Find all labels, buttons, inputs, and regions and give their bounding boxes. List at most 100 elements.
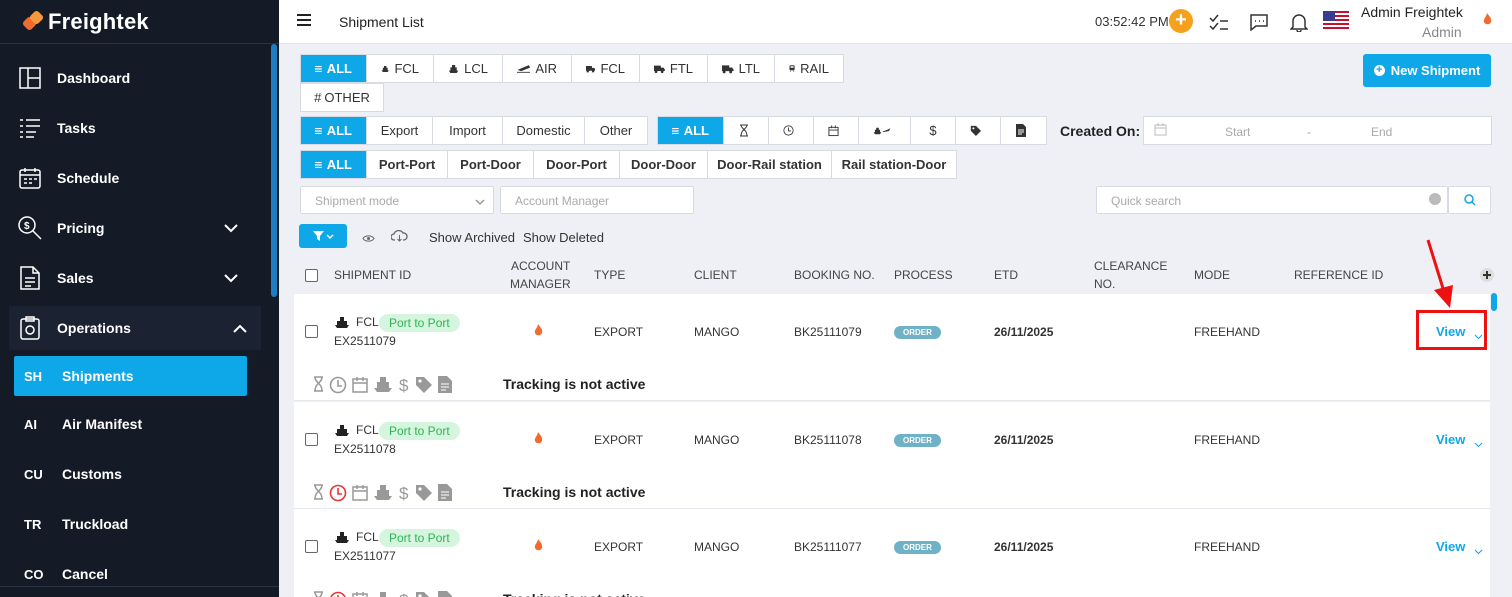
show-deleted-toggle[interactable]: Show Deleted (523, 230, 604, 245)
row-checkbox[interactable] (305, 540, 318, 553)
view-button[interactable]: View (1436, 432, 1465, 447)
show-archived-toggle[interactable]: Show Archived (429, 230, 515, 245)
col-booking[interactable]: BOOKING NO. (794, 267, 875, 284)
tab-mode-all[interactable]: ALL (301, 55, 367, 82)
sidebar-item-operations[interactable]: Operations (9, 306, 261, 350)
sidebar-item-schedule[interactable]: Schedule (0, 156, 270, 200)
shipment-mode-select[interactable]: Shipment mode (300, 186, 494, 214)
sidebar-item-truckload[interactable]: TR Truckload (0, 502, 270, 546)
created-on-daterange[interactable]: Start - End (1143, 116, 1492, 145)
tab-mode-air[interactable]: AIR (503, 55, 572, 82)
col-type[interactable]: TYPE (594, 267, 625, 284)
table-row[interactable]: FCL Port to Port EX2511077 EXPORT MANGO BK251… (294, 509, 1490, 597)
document-icon (438, 376, 452, 393)
tab-status-clock[interactable] (769, 117, 814, 144)
sidebar-item-pricing[interactable]: $ Pricing (0, 206, 270, 250)
hamburger-menu-icon[interactable] (297, 14, 311, 29)
tab-status-dollar[interactable]: $ (911, 117, 956, 144)
row-checkbox[interactable] (305, 325, 318, 338)
tab-mode-fcl-truck[interactable]: FCL (572, 55, 640, 82)
us-flag-icon[interactable] (1323, 11, 1349, 29)
sidebar-item-dashboard[interactable]: Dashboard (0, 56, 270, 100)
col-account-manager-line1[interactable]: ACCOUNT (511, 258, 570, 275)
quick-add-button[interactable]: + (1169, 9, 1193, 33)
tab-status-document[interactable] (1001, 117, 1046, 144)
account-manager-select[interactable]: Account Manager (500, 186, 694, 214)
tab-direction-export[interactable]: Export (367, 117, 433, 144)
tab-route-port-port[interactable]: Port-Port (367, 151, 448, 178)
tab-status-calendar[interactable] (814, 117, 859, 144)
tab-direction-other[interactable]: Other (585, 117, 647, 144)
tab-mode-rail[interactable]: RAIL (775, 55, 843, 82)
tab-mode-other[interactable]: # OTHER (301, 84, 383, 111)
sidebar-item-customs[interactable]: CU Customs (0, 452, 270, 496)
tab-label: Rail station-Door (841, 157, 947, 172)
new-shipment-button[interactable]: + New Shipment (1363, 54, 1491, 87)
tab-status-hourglass[interactable] (724, 117, 769, 144)
col-reference[interactable]: REFERENCE ID (1294, 267, 1383, 284)
row-checkbox[interactable] (305, 433, 318, 446)
hourglass-icon (314, 484, 323, 500)
search-button[interactable] (1448, 186, 1491, 214)
row-mode-tag: FCL (356, 423, 379, 437)
chevron-down-icon[interactable] (1474, 436, 1483, 451)
sidebar-item-sales[interactable]: Sales (0, 256, 270, 300)
col-etd[interactable]: ETD (994, 267, 1018, 284)
tab-mode-ftl[interactable]: FTL (640, 55, 708, 82)
checklist-icon[interactable] (1209, 13, 1229, 34)
sidebar-item-air-manifest[interactable]: AI Air Manifest (0, 402, 270, 446)
tab-status-all[interactable]: ALL (658, 117, 724, 144)
chevron-down-icon[interactable] (1474, 543, 1483, 558)
tab-route-rail-door[interactable]: Rail station-Door (832, 151, 956, 178)
tab-mode-fcl-ship[interactable]: FCL (367, 55, 434, 82)
view-button[interactable]: View (1436, 539, 1465, 554)
tab-route-port-door[interactable]: Port-Door (448, 151, 534, 178)
col-client[interactable]: CLIENT (694, 267, 737, 284)
tab-route-door-door[interactable]: Door-Door (620, 151, 708, 178)
brand-logo[interactable]: Freightek (0, 0, 279, 44)
tab-route-door-rail[interactable]: Door-Rail station (708, 151, 832, 178)
row-mode: FREEHAND (1194, 540, 1261, 554)
tab-status-ship-plane[interactable] (859, 117, 911, 144)
select-all-checkbox[interactable] (305, 269, 318, 282)
sidebar-item-shipments[interactable]: SH Shipments (14, 356, 247, 396)
cloud-download-icon[interactable] (390, 229, 408, 245)
col-shipment-id[interactable]: SHIPMENT ID (334, 267, 411, 284)
tab-route-all[interactable]: ALL (301, 151, 367, 178)
eye-icon[interactable] (362, 231, 375, 246)
col-process[interactable]: PROCESS (894, 267, 953, 284)
content-scrollbar[interactable] (1491, 293, 1497, 311)
tab-direction-all[interactable]: ALL (301, 117, 367, 144)
tab-label: AIR (535, 61, 557, 76)
col-mode[interactable]: MODE (1194, 267, 1230, 284)
sidebar-divider (0, 586, 279, 587)
sidebar-item-tasks[interactable]: Tasks (0, 106, 270, 150)
bell-icon[interactable] (1289, 13, 1309, 35)
col-account-manager-line2[interactable]: MANAGER (510, 276, 571, 293)
tab-route-door-port[interactable]: Door-Port (534, 151, 620, 178)
sales-document-icon (18, 266, 42, 290)
filter-toggle-button[interactable] (299, 224, 347, 248)
col-clearance-line2[interactable]: NO. (1094, 276, 1115, 293)
tab-mode-ltl[interactable]: LTL (708, 55, 775, 82)
shipment-id-link[interactable]: EX2511077 (334, 549, 396, 563)
tab-direction-domestic[interactable]: Domestic (503, 117, 585, 144)
hash-icon: # (314, 90, 322, 105)
tab-status-tag[interactable] (956, 117, 1001, 144)
quick-search-input[interactable]: Quick search (1096, 186, 1448, 214)
add-column-icon[interactable] (1480, 268, 1494, 282)
clear-search-icon[interactable] (1429, 193, 1441, 205)
shipment-id-link[interactable]: EX2511079 (334, 334, 396, 348)
table-row[interactable]: FCL Port to Port EX2511079 EXPORT MANGO BK251… (294, 294, 1490, 401)
sidebar-item-cancel[interactable]: CO Cancel (0, 552, 270, 596)
tab-direction-import[interactable]: Import (433, 117, 503, 144)
topbar: Shipment List 03:52:42 PM + Admin Freigh… (279, 0, 1512, 44)
chat-icon[interactable] (1250, 13, 1268, 34)
tab-mode-lcl[interactable]: LCL (434, 55, 503, 82)
table-row[interactable]: FCL Port to Port EX2511078 EXPORT MANGO BK251… (294, 402, 1490, 509)
shipment-id-link[interactable]: EX2511078 (334, 442, 396, 456)
sidebar-scrollbar[interactable] (271, 44, 277, 297)
user-name[interactable]: Admin Freightek (1361, 4, 1463, 20)
col-clearance-line1[interactable]: CLEARANCE (1094, 258, 1167, 275)
row-mode-tag: FCL (356, 315, 379, 329)
